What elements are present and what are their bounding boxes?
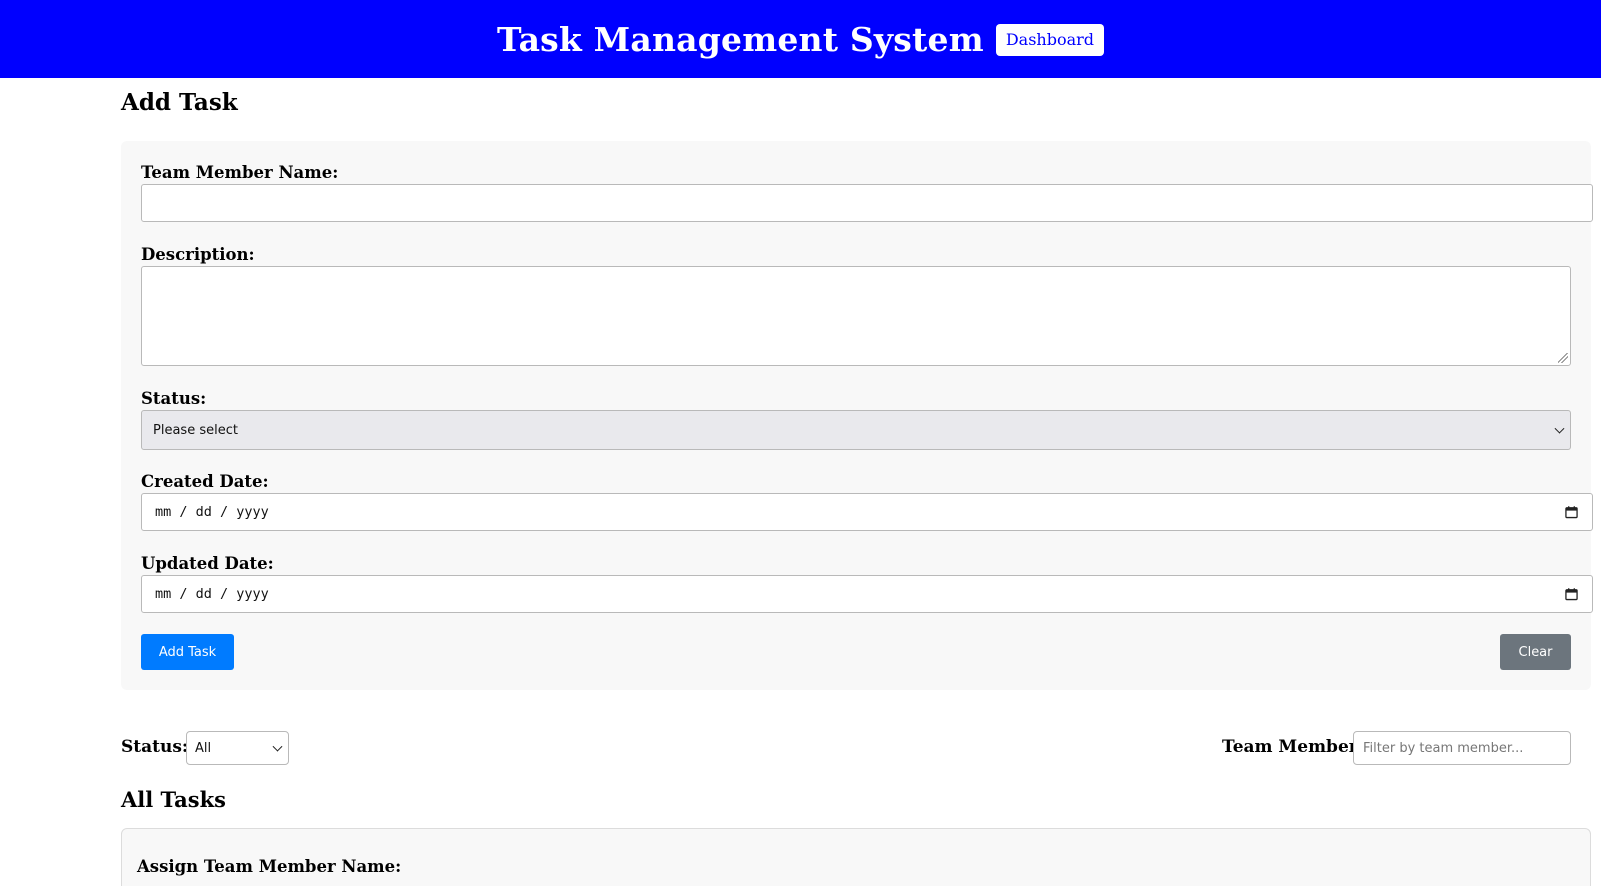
task-card: Assign Team Member Name: (121, 828, 1591, 886)
status-filter-label: Status: (121, 737, 189, 757)
team-member-filter-placeholder: Filter by team member... (1363, 740, 1524, 756)
status-filter-value: All (195, 740, 212, 756)
status-label: Status: (141, 389, 207, 408)
team-member-name-input[interactable] (141, 184, 1593, 222)
clear-button[interactable]: Clear (1500, 634, 1571, 670)
add-task-button[interactable]: Add Task (141, 634, 234, 670)
assign-team-member-label: Assign Team Member Name: (137, 857, 402, 876)
top-navbar: Task Management System Dashboard (0, 0, 1601, 78)
updated-date-label: Updated Date: (141, 554, 274, 573)
created-date-placeholder: mm / dd / yyyy (155, 504, 269, 520)
chevron-down-icon (272, 741, 283, 752)
calendar-icon[interactable] (1565, 588, 1578, 601)
updated-date-input[interactable]: mm / dd / yyyy (141, 575, 1593, 613)
all-tasks-heading: All Tasks (121, 787, 226, 812)
team-member-name-label: Team Member Name: (141, 163, 339, 182)
description-textarea[interactable] (141, 266, 1571, 366)
dashboard-button[interactable]: Dashboard (995, 24, 1105, 56)
app-title: Task Management System (496, 19, 984, 59)
status-select[interactable]: Please select (141, 410, 1571, 450)
calendar-icon[interactable] (1565, 506, 1578, 519)
team-member-filter-input[interactable]: Filter by team member... (1353, 731, 1571, 765)
description-label: Description: (141, 245, 255, 264)
created-date-label: Created Date: (141, 472, 269, 491)
resize-grip-icon[interactable] (1558, 353, 1568, 363)
created-date-input[interactable]: mm / dd / yyyy (141, 493, 1593, 531)
updated-date-placeholder: mm / dd / yyyy (155, 586, 269, 602)
status-select-value: Please select (153, 422, 238, 438)
chevron-down-icon (1554, 423, 1565, 434)
team-member-filter-label: Team Member: (1222, 737, 1364, 757)
status-filter-select[interactable]: All (186, 731, 289, 765)
add-task-heading: Add Task (121, 89, 238, 116)
